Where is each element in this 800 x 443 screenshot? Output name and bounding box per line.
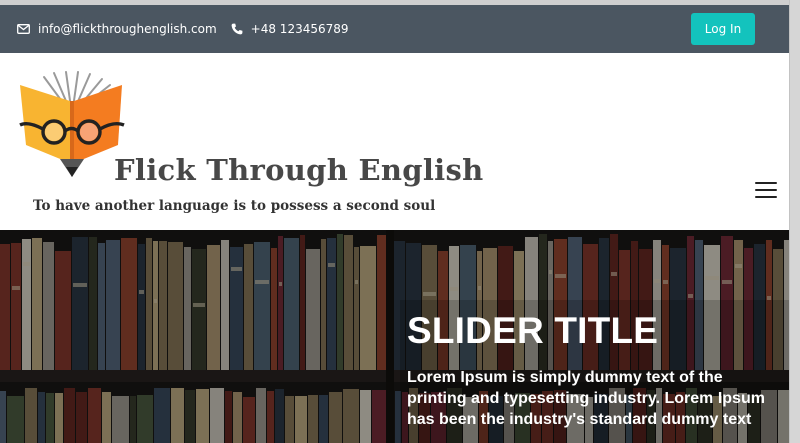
phone-contact[interactable]: +48 123456789 bbox=[231, 22, 349, 36]
tagline: To have another language is to possess a… bbox=[33, 198, 436, 214]
email-contact[interactable]: info@flickthroughenglish.com bbox=[17, 22, 217, 36]
slide-caption: SLIDER TITLE Lorem Ipsum is simply dummy… bbox=[407, 312, 777, 430]
hamburger-menu-icon[interactable] bbox=[755, 182, 777, 198]
slider-title: SLIDER TITLE bbox=[407, 310, 659, 351]
phone-icon bbox=[231, 23, 243, 35]
scrollbar[interactable] bbox=[789, 0, 800, 443]
page: info@flickthroughenglish.com +48 1234567… bbox=[0, 5, 789, 443]
login-button[interactable]: Log In bbox=[691, 13, 755, 45]
slider-text: Lorem Ipsum is simply dummy text of the … bbox=[407, 369, 765, 428]
brand-title[interactable]: Flick Through English bbox=[114, 153, 484, 187]
menu-bar bbox=[755, 189, 777, 191]
site-header: Flick Through English To have another la… bbox=[0, 53, 789, 230]
menu-bar bbox=[755, 196, 777, 198]
menu-bar bbox=[755, 182, 777, 184]
top-bar: info@flickthroughenglish.com +48 1234567… bbox=[0, 5, 789, 53]
hero-slider: SLIDER TITLE Lorem Ipsum is simply dummy… bbox=[0, 230, 789, 443]
phone-text: +48 123456789 bbox=[250, 22, 349, 36]
envelope-icon bbox=[17, 24, 30, 34]
email-text: info@flickthroughenglish.com bbox=[38, 22, 217, 36]
